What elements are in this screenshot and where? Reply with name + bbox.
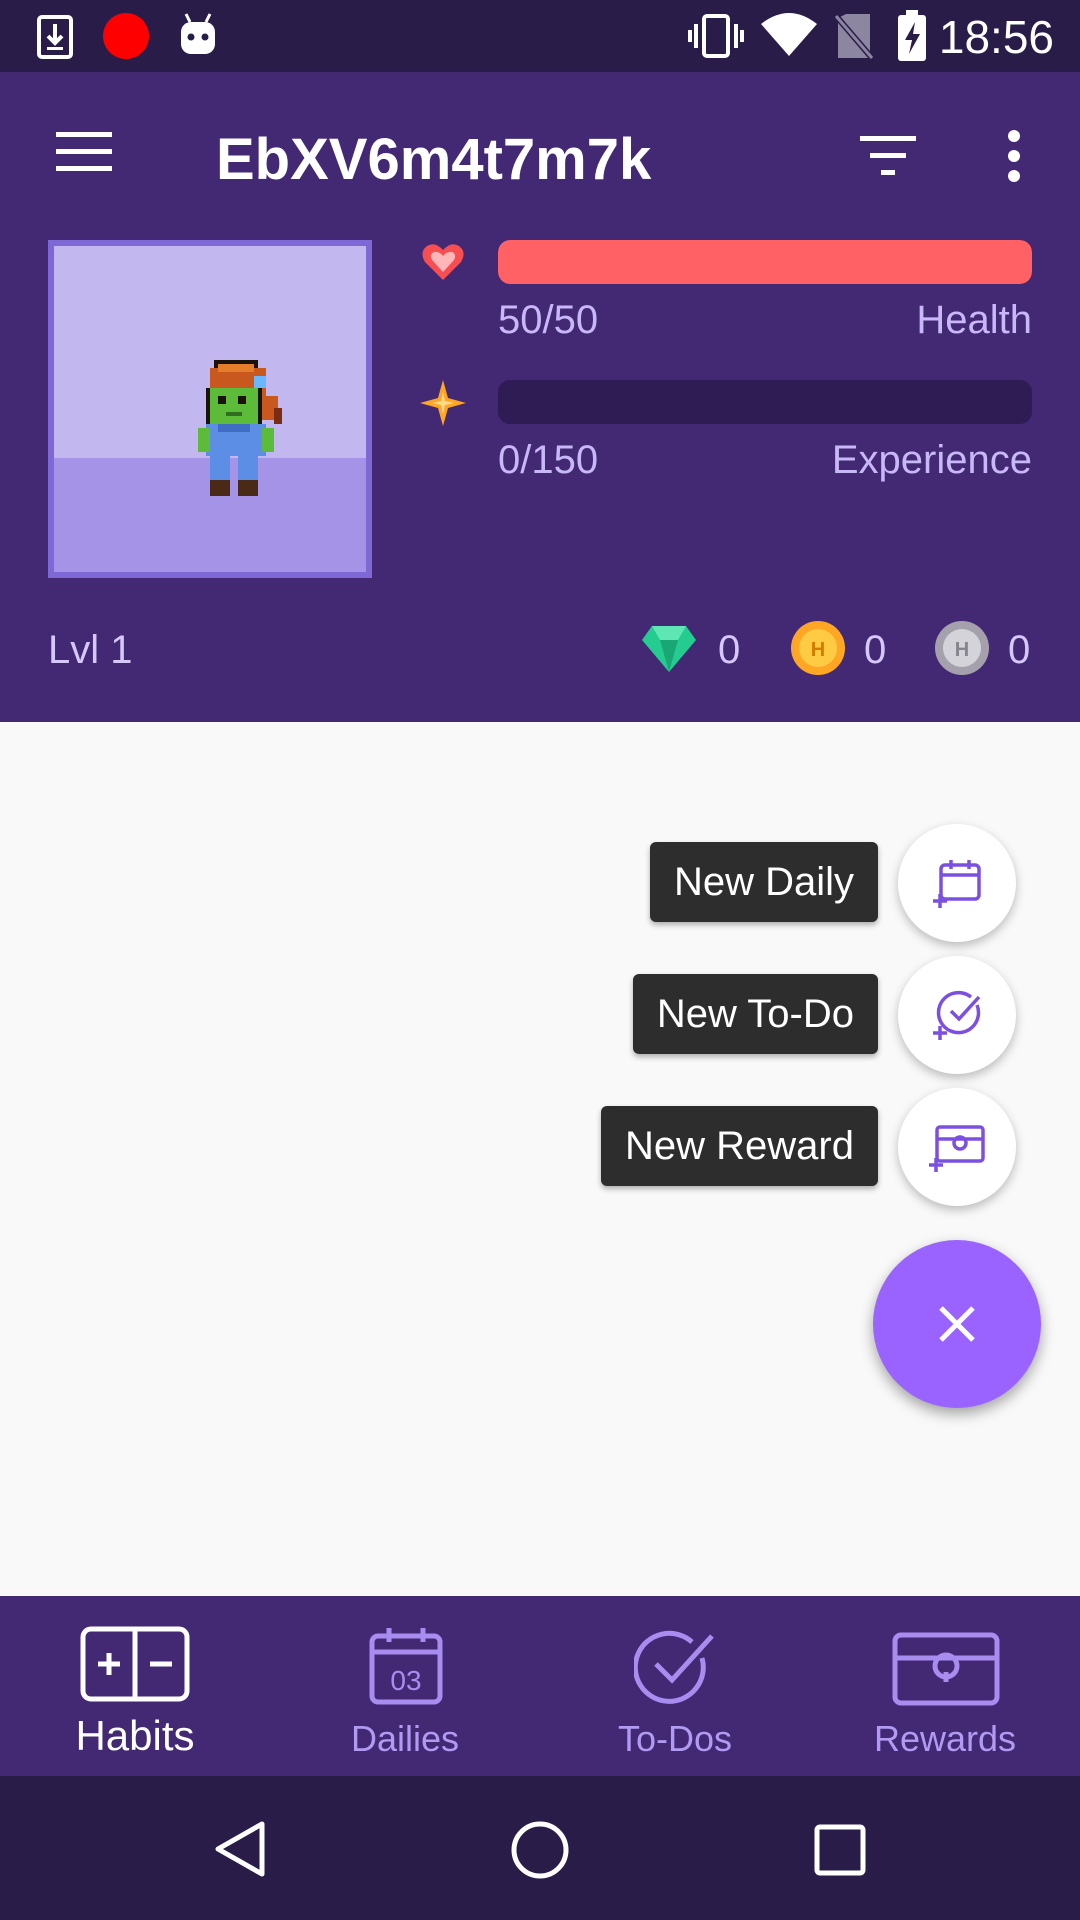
page-title: EbXV6m4t7m7k xyxy=(216,127,652,192)
tab-todos-label: To-Dos xyxy=(617,1718,733,1759)
more-options-icon[interactable] xyxy=(1004,130,1024,182)
level-label: Lvl 1 xyxy=(48,628,133,672)
new-todo-button[interactable] xyxy=(898,956,1016,1074)
system-navigation-bar xyxy=(0,1776,1080,1920)
experience-label: Experience xyxy=(831,438,1032,482)
new-reward-button[interactable] xyxy=(898,1088,1016,1206)
bottom-navigation: Habits 03 Dailies To-Dos Rewards xyxy=(0,1596,1080,1776)
home-icon[interactable] xyxy=(510,1820,570,1880)
add-reward-icon xyxy=(929,1125,985,1172)
tab-dailies-label: Dailies xyxy=(350,1718,460,1759)
rewards-chest-icon xyxy=(892,1632,1000,1706)
health-bar-fill xyxy=(498,240,1032,284)
habits-icon xyxy=(80,1626,190,1702)
gold-count: 0 xyxy=(864,628,887,672)
app-header: EbXV6m4t7m7k 50/50 Health 0/150 Experien… xyxy=(0,72,1080,722)
experience-value: 0/150 xyxy=(498,438,599,482)
tab-dailies[interactable]: 03 Dailies xyxy=(270,1596,540,1776)
status-bar: 18:56 xyxy=(0,0,1080,72)
filter-icon[interactable] xyxy=(860,136,916,176)
gem-icon xyxy=(642,626,696,672)
close-fab-button[interactable] xyxy=(873,1240,1041,1408)
close-icon xyxy=(939,1306,975,1342)
new-todo-label[interactable]: New To-Do xyxy=(632,974,878,1054)
new-reward-label[interactable]: New Reward xyxy=(601,1106,878,1186)
tab-rewards-label: Rewards xyxy=(873,1718,1017,1759)
health-heart-icon xyxy=(422,244,464,280)
recents-icon[interactable] xyxy=(814,1824,866,1876)
download-notification-icon xyxy=(37,15,73,59)
add-todo-icon xyxy=(933,990,981,1040)
hourglasses-count: 0 xyxy=(1008,628,1031,672)
hourglass-coin-icon: H xyxy=(935,621,989,675)
experience-star-icon xyxy=(420,380,466,426)
gems-count: 0 xyxy=(718,628,741,672)
tab-habits-label: Habits xyxy=(75,1712,195,1759)
menu-icon[interactable] xyxy=(56,132,112,172)
new-daily-label[interactable]: New Daily xyxy=(649,842,878,922)
back-icon[interactable] xyxy=(214,1820,266,1878)
no-sim-icon xyxy=(834,14,874,60)
health-label: Health xyxy=(916,298,1032,342)
add-daily-icon xyxy=(933,860,981,908)
avatar[interactable] xyxy=(48,240,372,578)
recording-icon xyxy=(103,13,149,59)
battery-charging-icon xyxy=(898,10,926,61)
android-icon xyxy=(181,13,215,54)
tab-habits[interactable]: Habits xyxy=(0,1596,270,1776)
avatar-character-sprite xyxy=(198,360,282,496)
tab-todos[interactable]: To-Dos xyxy=(540,1596,810,1776)
dailies-icon-number: 03 xyxy=(390,1665,421,1696)
experience-bar xyxy=(498,380,1032,424)
status-time: 18:56 xyxy=(938,11,1054,63)
svg-text:H: H xyxy=(955,639,969,661)
todos-check-icon xyxy=(634,1630,714,1704)
svg-text:H: H xyxy=(811,639,825,661)
health-value: 50/50 xyxy=(498,298,599,342)
vibrate-icon xyxy=(688,14,744,58)
gold-coin-icon: H xyxy=(791,621,845,675)
health-bar xyxy=(498,240,1032,284)
new-daily-button[interactable] xyxy=(898,824,1016,942)
tab-rewards[interactable]: Rewards xyxy=(810,1596,1080,1776)
wifi-icon xyxy=(761,13,817,56)
dailies-calendar-icon: 03 xyxy=(369,1628,443,1705)
